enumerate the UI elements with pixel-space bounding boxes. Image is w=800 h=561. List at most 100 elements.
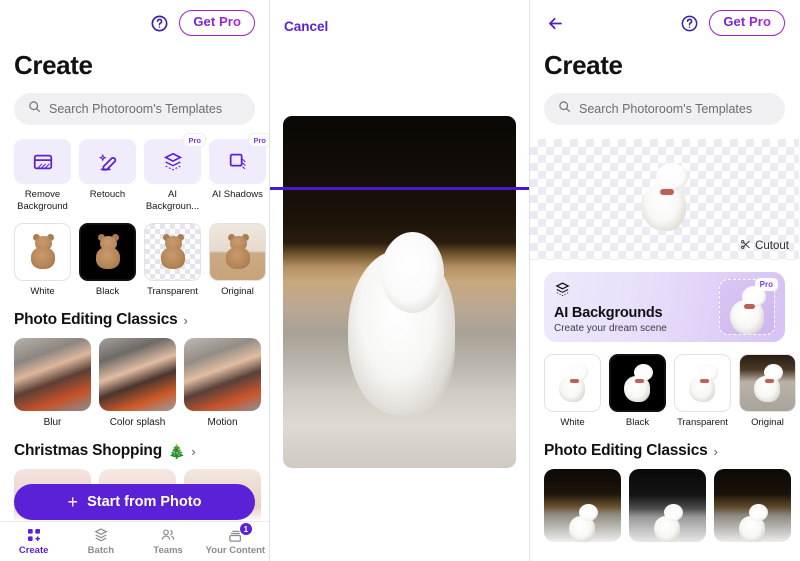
section-christmas-shopping[interactable]: Christmas Shopping 🎄 › <box>0 442 269 460</box>
pro-badge: Pro <box>249 134 269 146</box>
nav-label: Your Content <box>205 545 266 556</box>
nav-label: Teams <box>153 545 183 556</box>
retouch-eraser-icon <box>98 153 116 171</box>
variant-thumb[interactable] <box>609 354 666 412</box>
ai-shadows-icon <box>229 153 246 169</box>
puppy-image <box>567 503 599 542</box>
section-title: Photo Editing Classics <box>14 311 178 328</box>
variant-thumb[interactable] <box>209 223 266 281</box>
classic-thumb-image[interactable] <box>629 469 706 542</box>
variant-thumb[interactable] <box>79 223 136 281</box>
ai-scan-line <box>270 187 529 190</box>
nav-item-batch[interactable]: Batch <box>67 527 134 556</box>
classic-color-splash[interactable]: Color splash <box>99 338 176 428</box>
photo-preview-wrap[interactable] <box>270 116 529 468</box>
classic-label: Blur <box>43 417 62 428</box>
section-photo-editing-classics[interactable]: Photo Editing Classics › <box>530 442 799 460</box>
puppy-image <box>652 503 684 542</box>
white-puppy-photo[interactable] <box>283 116 516 468</box>
search-input[interactable]: Search Photoroom's Templates <box>14 93 255 125</box>
tool-tile[interactable]: Pro <box>144 134 205 184</box>
back-arrow-icon[interactable] <box>544 12 566 34</box>
section-title: Christmas Shopping <box>14 442 162 459</box>
page-title: Create <box>14 50 93 80</box>
cancel-button[interactable]: Cancel <box>270 0 328 34</box>
create-grid-icon <box>26 527 42 543</box>
classic-thumb-image[interactable] <box>544 469 621 542</box>
classic-thumb-image[interactable] <box>99 338 176 411</box>
start-from-photo-button[interactable]: + Start from Photo <box>14 484 255 520</box>
teddy-bear-image <box>221 234 255 270</box>
classic-thumb-image[interactable] <box>184 338 261 411</box>
teddy-bear-image <box>156 234 190 270</box>
variant-transparent[interactable]: Transparent <box>674 354 731 428</box>
variant-transparent[interactable]: Transparent <box>144 223 201 297</box>
search-icon <box>28 100 41 118</box>
nav-item-create[interactable]: Create <box>0 527 67 556</box>
variant-white[interactable]: White <box>544 354 601 428</box>
tool-ai-backgrounds[interactable]: Pro AI Backgroun... <box>144 134 205 213</box>
variant-thumb[interactable] <box>739 354 796 412</box>
variant-black[interactable]: Black <box>79 223 136 297</box>
classic-blur[interactable]: Blur <box>14 338 91 428</box>
christmas-tree-icon: 🎄 <box>167 442 186 459</box>
classic-item[interactable] <box>629 469 706 542</box>
get-pro-button[interactable]: Get Pro <box>179 10 255 36</box>
classic-thumb-image[interactable] <box>14 338 91 411</box>
tool-tile[interactable] <box>79 139 136 184</box>
variant-thumb[interactable] <box>674 354 731 412</box>
variant-thumb[interactable] <box>544 354 601 412</box>
classics-thumb-row[interactable] <box>530 469 799 542</box>
variant-label: White <box>560 417 585 428</box>
variant-black[interactable]: Black <box>609 354 666 428</box>
bottom-navigation: Create Batch Teams 1 Your Content <box>0 521 269 561</box>
search-icon <box>558 100 571 118</box>
search-placeholder: Search Photoroom's Templates <box>49 102 223 116</box>
variant-label: Transparent <box>147 286 198 297</box>
tool-retouch[interactable]: Retouch <box>79 139 136 213</box>
puppy-image <box>737 503 769 542</box>
cutout-label[interactable]: Cutout <box>740 239 789 253</box>
tool-ai-shadows[interactable]: Pro AI Shadows <box>209 134 269 213</box>
tool-label: Remove Background <box>17 189 68 212</box>
tools-row: Remove Background Retouch Pro AI Backgro… <box>0 134 269 213</box>
pro-badge: Pro <box>754 278 778 291</box>
variant-original[interactable]: Original <box>739 354 796 428</box>
tool-tile[interactable]: Pro <box>209 134 269 184</box>
classic-motion[interactable]: Motion <box>184 338 261 428</box>
variant-original[interactable]: Original <box>209 223 266 297</box>
puppy-image <box>687 363 719 403</box>
cutout-text: Cutout <box>755 240 789 252</box>
page-title: Create <box>544 50 623 80</box>
variant-white[interactable]: White <box>14 223 71 297</box>
classics-thumb-row[interactable]: Blur Color splash Motion <box>0 338 269 428</box>
ai-backgrounds-card[interactable]: AI Backgrounds Create your dream scene P… <box>544 272 785 342</box>
classic-item[interactable] <box>714 469 791 542</box>
classic-item[interactable] <box>544 469 621 542</box>
search-input[interactable]: Search Photoroom's Templates <box>544 93 785 125</box>
nav-item-your-content[interactable]: 1 Your Content <box>202 523 269 556</box>
help-question-icon[interactable] <box>149 13 169 33</box>
variant-thumb[interactable] <box>144 223 201 281</box>
classic-label: Color splash <box>109 417 166 428</box>
puppy-image <box>622 363 654 403</box>
variant-label: Black <box>625 417 650 428</box>
batch-layers-icon <box>93 527 109 543</box>
help-question-icon[interactable] <box>679 13 699 33</box>
section-photo-editing-classics[interactable]: Photo Editing Classics › <box>0 311 269 329</box>
teams-people-icon <box>160 527 176 543</box>
variant-label: Original <box>221 286 254 297</box>
puppy-image <box>752 363 784 403</box>
tool-remove-background[interactable]: Remove Background <box>14 139 71 213</box>
left-screen-create: Get Pro Create Search Photoroom's Templa… <box>0 0 270 561</box>
classic-thumb-image[interactable] <box>714 469 791 542</box>
teddy-bear-image <box>26 234 60 270</box>
ai-card-subtitle: Create your dream scene <box>554 322 667 334</box>
ai-layers-icon <box>163 152 182 170</box>
nav-item-teams[interactable]: Teams <box>135 527 202 556</box>
variant-thumb[interactable] <box>14 223 71 281</box>
cutout-preview-area[interactable]: Cutout <box>530 139 799 260</box>
chevron-right-icon: › <box>191 443 196 459</box>
tool-tile[interactable] <box>14 139 71 184</box>
get-pro-button[interactable]: Get Pro <box>709 10 785 36</box>
